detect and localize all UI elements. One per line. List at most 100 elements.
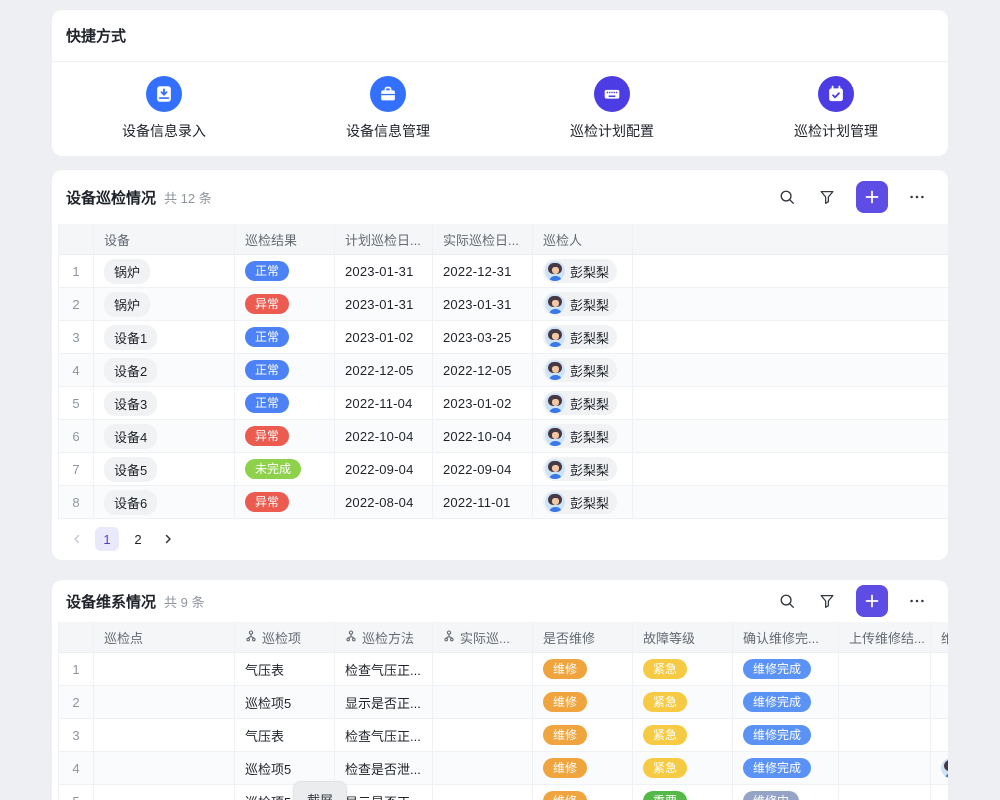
inspection-title: 设备巡检情况 — [66, 187, 156, 208]
more-icon[interactable] — [902, 586, 932, 616]
row-number-header — [59, 622, 94, 652]
shortcut-device-manage[interactable]: 设备信息管理 — [276, 76, 500, 141]
column-header-clipped[interactable]: 维 — [931, 622, 948, 652]
item-cell: 气压表 — [235, 653, 335, 685]
level-cell: 重要 — [633, 785, 733, 800]
planned-date-cell: 2023-01-31 — [335, 288, 433, 320]
level-pill: 重要 — [643, 791, 687, 800]
actual-date-cell: 2022-09-04 — [433, 453, 533, 485]
shortcuts-row: 设备信息录入 设备信息管理 巡检计划配置 巡检计划管理 — [52, 62, 948, 155]
confirm-cell: 维修完成 — [733, 719, 839, 751]
column-header-point[interactable]: 巡检点 — [94, 622, 235, 652]
level-pill: 紧急 — [643, 758, 687, 778]
device-chip: 设备3 — [104, 391, 157, 416]
column-header-method[interactable]: 巡检方法 — [335, 622, 433, 652]
actual-date-cell: 2022-10-04 — [433, 420, 533, 452]
column-header-item[interactable]: 巡检项 — [235, 622, 335, 652]
status-pill: 异常 — [245, 426, 289, 446]
column-header-confirm[interactable]: 确认维修完... — [733, 622, 839, 652]
more-icon[interactable] — [902, 182, 932, 212]
row-number: 4 — [59, 354, 94, 386]
table-row[interactable]: 3 设备1 正常 2023-01-02 2023-03-25 彭梨梨 — [59, 321, 948, 354]
briefcase-icon — [370, 76, 406, 112]
person-cell: 彭梨梨 — [533, 387, 633, 419]
point-cell — [94, 719, 235, 751]
avatar — [545, 393, 565, 413]
result-cell: 正常 — [235, 255, 335, 287]
column-header-repair[interactable]: 是否维修 — [533, 622, 633, 652]
table-row[interactable]: 8 设备6 异常 2022-08-04 2022-11-01 彭梨梨 — [59, 486, 948, 519]
table-row[interactable]: 2 巡检项5 显示是否正... 维修 紧急 维修完成 — [59, 686, 948, 719]
device-cell: 设备2 — [94, 354, 235, 386]
shortcut-plan-manage[interactable]: 巡检计划管理 — [724, 76, 948, 141]
column-header-result[interactable]: 巡检结果 — [235, 224, 335, 254]
clipped-cell — [931, 719, 948, 751]
person-name: 彭梨梨 — [570, 460, 609, 479]
actual-date-cell: 2022-12-05 — [433, 354, 533, 386]
row-number: 3 — [59, 719, 94, 751]
table-row[interactable]: 7 设备5 未完成 2022-09-04 2022-09-04 彭梨梨 — [59, 453, 948, 486]
device-cell: 锅炉 — [94, 255, 235, 287]
empty-cell — [633, 420, 948, 452]
filter-icon[interactable] — [812, 586, 842, 616]
shortcuts-title: 快捷方式 — [66, 25, 126, 46]
search-icon[interactable] — [772, 182, 802, 212]
shortcut-device-entry[interactable]: 设备信息录入 — [52, 76, 276, 141]
table-row[interactable]: 6 设备4 异常 2022-10-04 2022-10-04 彭梨梨 — [59, 420, 948, 453]
column-header-upload[interactable]: 上传维修结... — [839, 622, 931, 652]
shortcuts-header: 快捷方式 — [52, 10, 948, 62]
filter-icon[interactable] — [812, 182, 842, 212]
maintenance-table-head: 巡检点 巡检项 巡检方法 实际巡... 是否维修 故障等级 确认维修完... 上… — [59, 622, 948, 653]
search-icon[interactable] — [772, 586, 802, 616]
point-cell — [94, 653, 235, 685]
empty-cell — [633, 255, 948, 287]
table-row[interactable]: 5 巡检项5 显示是否正... 维修 重要 维修中 — [59, 785, 948, 800]
status-pill: 未完成 — [245, 459, 301, 479]
device-cell: 设备5 — [94, 453, 235, 485]
device-cell: 设备1 — [94, 321, 235, 353]
person-cell: 彭梨梨 — [533, 321, 633, 353]
person-name: 彭梨梨 — [570, 394, 609, 413]
column-header-device[interactable]: 设备 — [94, 224, 235, 254]
screenshot-tooltip: 截屏 — [293, 781, 347, 800]
table-row[interactable]: 3 气压表 检查气压正... 维修 紧急 维修完成 — [59, 719, 948, 752]
confirm-cell: 维修完成 — [733, 686, 839, 718]
column-header-actual[interactable]: 实际巡... — [433, 622, 533, 652]
add-record-button[interactable] — [856, 181, 888, 213]
next-page-icon[interactable] — [157, 527, 179, 551]
inspection-table-head: 设备 巡检结果 计划巡检日... 实际巡检日... 巡检人 — [59, 224, 948, 255]
avatar — [545, 360, 565, 380]
shortcut-plan-config[interactable]: 巡检计划配置 — [500, 76, 724, 141]
empty-cell — [633, 321, 948, 353]
maintenance-table: 巡检点 巡检项 巡检方法 实际巡... 是否维修 故障等级 确认维修完... 上… — [58, 622, 948, 800]
status-pill: 正常 — [245, 261, 289, 281]
row-number: 1 — [59, 653, 94, 685]
table-row[interactable]: 1 锅炉 正常 2023-01-31 2022-12-31 彭梨梨 — [59, 255, 948, 288]
table-row[interactable]: 2 锅炉 异常 2023-01-31 2023-01-31 彭梨梨 — [59, 288, 948, 321]
column-header-person[interactable]: 巡检人 — [533, 224, 633, 254]
point-cell — [94, 785, 235, 800]
avatar — [545, 492, 565, 512]
device-chip: 设备6 — [104, 490, 157, 515]
page-button-2[interactable]: 2 — [126, 527, 150, 551]
row-number: 2 — [59, 686, 94, 718]
person-name: 彭梨梨 — [570, 361, 609, 380]
table-row[interactable]: 5 设备3 正常 2022-11-04 2023-01-02 彭梨梨 — [59, 387, 948, 420]
column-header-actual[interactable]: 实际巡检日... — [433, 224, 533, 254]
prev-page-icon[interactable] — [66, 527, 88, 551]
add-record-button[interactable] — [856, 585, 888, 617]
page-button-1[interactable]: 1 — [95, 527, 119, 551]
table-row[interactable]: 4 巡检项5 检查是否泄... 维修 紧急 维修完成 — [59, 752, 948, 785]
maintenance-header: 设备维系情况 共 9 条 — [52, 580, 948, 622]
planned-date-cell: 2023-01-02 — [335, 321, 433, 353]
table-row[interactable]: 4 设备2 正常 2022-12-05 2022-12-05 彭梨梨 — [59, 354, 948, 387]
column-header-planned[interactable]: 计划巡检日... — [335, 224, 433, 254]
clipped-cell — [931, 785, 948, 800]
column-header-level[interactable]: 故障等级 — [633, 622, 733, 652]
result-cell: 正常 — [235, 354, 335, 386]
inspection-card: 设备巡检情况 共 12 条 设备 巡检结果 计划巡检日... 实际巡检日... … — [52, 170, 948, 560]
row-number: 5 — [59, 785, 94, 800]
device-chip: 锅炉 — [104, 292, 150, 317]
table-row[interactable]: 1 气压表 检查气压正... 维修 紧急 维修完成 — [59, 653, 948, 686]
method-cell: 检查气压正... — [335, 719, 433, 751]
